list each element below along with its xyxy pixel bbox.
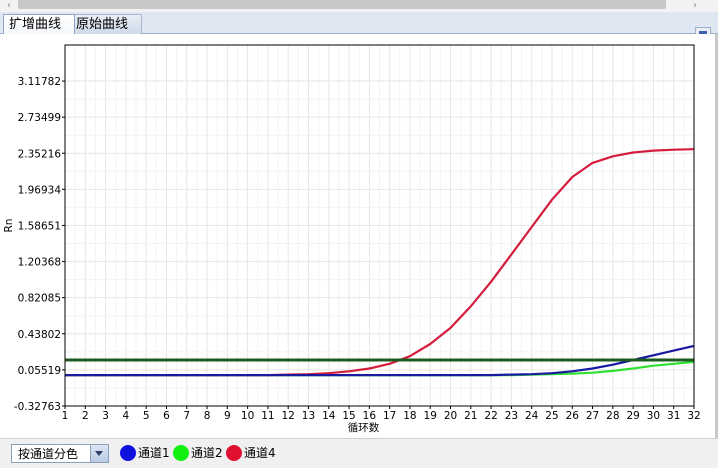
legend-dot-channel2 (173, 445, 189, 461)
x-tick-label: 22 (484, 410, 497, 422)
y-tick-label: 1.96934 (18, 184, 62, 196)
x-tick-label: 31 (667, 410, 680, 422)
y-tick-label: 1.20368 (18, 257, 61, 269)
y-tick-label: 0.82085 (18, 293, 61, 305)
x-tick-label: 16 (363, 410, 377, 422)
legend-label-channel1: 通道1 (138, 446, 170, 460)
x-tick-label: 13 (302, 410, 315, 422)
legend-item-channel4[interactable]: 通道4 (226, 443, 278, 465)
legend-item-channel1[interactable]: 通道1 (120, 443, 172, 465)
tab-raw-curve[interactable]: 原始曲线 (70, 14, 142, 34)
x-tick-label: 15 (342, 410, 355, 422)
app-frame: ‹ › 扩增曲线 原始曲线 -0.32763 0.05519 0.43802 0.82… (0, 0, 718, 468)
y-tick-label: 3.11782 (18, 76, 61, 88)
x-tick-label: 4 (123, 410, 130, 422)
x-tick-label: 29 (626, 410, 639, 422)
color-mode-select[interactable]: 按通道分色 (11, 444, 109, 463)
x-tick-label: 18 (403, 410, 416, 422)
legend-label-channel2: 通道2 (191, 446, 223, 460)
bottom-toolbar: 按通道分色 通道1 通道2 通道4 (0, 438, 718, 468)
x-tick-label: 19 (424, 410, 437, 422)
y-tick-label: 0.43802 (18, 329, 61, 341)
x-tick-label: 10 (241, 410, 254, 422)
x-tick-label: 21 (464, 410, 477, 422)
x-tick-label: 2 (82, 410, 89, 422)
x-tick-label: 7 (183, 410, 190, 422)
amplification-chart: -0.32763 0.05519 0.43802 0.82085 1.20368 1.58… (3, 44, 701, 434)
top-scroll-strip: ‹ › (0, 0, 718, 12)
x-tick-label: 12 (282, 410, 295, 422)
x-tick-label: 28 (606, 410, 619, 422)
tab-strip: 扩增曲线 原始曲线 (0, 12, 718, 43)
x-tick-label: 14 (322, 410, 336, 422)
x-tick-label: 23 (505, 410, 518, 422)
legend-dot-channel1 (120, 445, 136, 461)
legend-item-channel2[interactable]: 通道2 (173, 443, 225, 465)
x-tick-label: 6 (163, 410, 170, 422)
x-tick-label: 1 (62, 410, 69, 422)
chevron-left-icon[interactable]: ‹ (2, 0, 16, 12)
y-tick-label: -0.32763 (14, 401, 61, 413)
x-tick-label: 3 (102, 410, 109, 422)
y-tick-label: 2.35216 (18, 148, 62, 160)
x-tick-label: 8 (204, 410, 211, 422)
chart-panel: -0.32763 0.05519 0.43802 0.82085 1.20368 1.58… (0, 34, 718, 438)
y-axis-label: Rn (3, 219, 15, 233)
x-tick-label: 25 (545, 410, 558, 422)
legend-label-channel4: 通道4 (244, 446, 276, 460)
color-mode-value: 按通道分色 (18, 447, 79, 461)
chevron-right-icon[interactable]: › (688, 0, 702, 12)
x-tick-label: 17 (383, 410, 396, 422)
x-tick-label: 5 (143, 410, 150, 422)
x-tick-label: 26 (566, 410, 580, 422)
chevron-down-icon[interactable] (90, 445, 108, 462)
x-tick-label: 20 (444, 410, 457, 422)
legend-dot-channel4 (226, 445, 242, 461)
x-tick-label: 11 (261, 410, 274, 422)
x-tick-label: 30 (647, 410, 660, 422)
x-axis-label: 循环数 (348, 421, 380, 434)
x-tick-label: 32 (687, 410, 700, 422)
y-tick-label: 0.05519 (18, 365, 61, 377)
x-tick-label: 9 (224, 410, 231, 422)
y-tick-label: 2.73499 (18, 112, 61, 124)
y-tick-label: 1.58651 (18, 220, 61, 232)
scroll-thumb[interactable] (18, 0, 666, 9)
x-tick-label: 27 (586, 410, 599, 422)
tab-amplification-curve[interactable]: 扩增曲线 (3, 14, 75, 34)
x-tick-label: 24 (525, 410, 539, 422)
